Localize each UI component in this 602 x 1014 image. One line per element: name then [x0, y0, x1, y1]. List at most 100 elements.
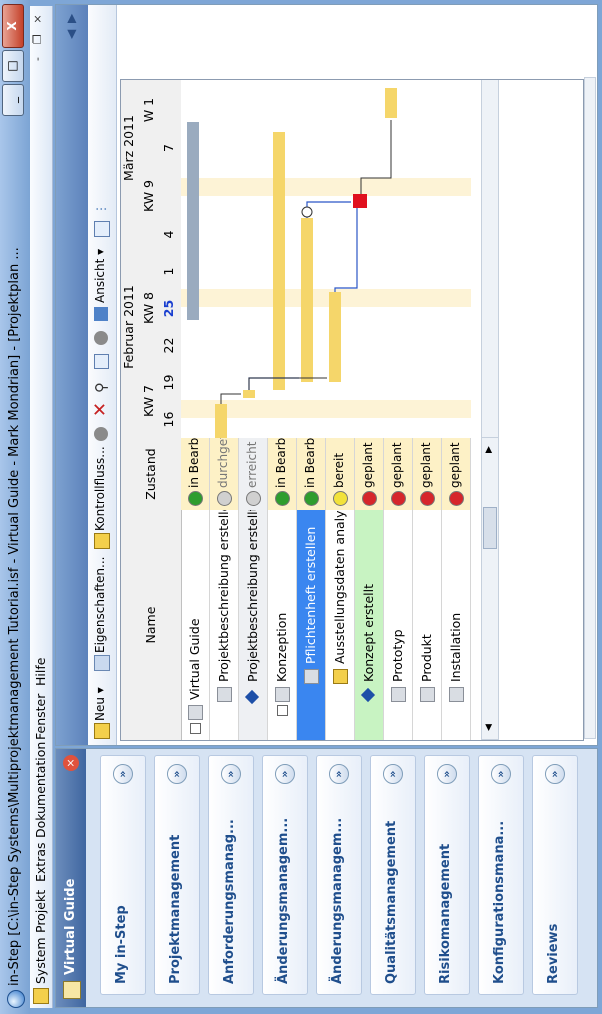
new-button[interactable]: Neu ▾ [93, 687, 107, 721]
status-dot [188, 491, 203, 506]
nav-group-qualitaetsmanagement[interactable]: Qualitätsmanagement » [370, 755, 416, 995]
day-header: 16 [161, 400, 182, 438]
name-cell: Pflichtenheft erstellen [297, 510, 325, 740]
task-icon [391, 687, 406, 702]
nav-group-projektmanagement[interactable]: Projektmanagement » [154, 755, 200, 995]
name-cell: Produkt [413, 510, 441, 740]
nav-group-aenderungsmanagement-2[interactable]: Änderungsmanagem... » [316, 755, 362, 995]
nav-group-reviews[interactable]: Reviews » [532, 755, 578, 995]
properties-button[interactable]: Eigenschaften... [93, 557, 107, 653]
gantt-bar-pflichtenheft[interactable] [301, 218, 313, 382]
task-icon [449, 687, 464, 702]
name-cell: Konzept erstellt [355, 510, 383, 740]
maximize-button[interactable]: □ [2, 50, 24, 82]
gantt-bar-projektbeschreibung[interactable] [215, 404, 227, 438]
gantt-milestone-projektbeschreibung[interactable] [243, 390, 255, 398]
state-cell: in Bearbeitung [268, 399, 296, 510]
nav-close-icon[interactable]: × [63, 755, 79, 771]
nav-group-risikomanagement[interactable]: Risikomanagement » [424, 755, 470, 995]
state-cell: geplant [413, 438, 441, 510]
window-title: in-Step [C:\in-Step Systems\Multiprojekt… [7, 247, 22, 986]
column-header-name[interactable]: Name [121, 509, 182, 740]
column-header-state[interactable]: Zustand [121, 437, 182, 510]
name-cell: Installation [442, 510, 470, 740]
mdi-close-button[interactable]: × [30, 10, 46, 28]
menu-projekt[interactable]: Projekt [33, 890, 48, 933]
nav-group-my-in-step[interactable]: My in-Step » [100, 755, 146, 995]
document-icon [33, 988, 49, 1004]
app-logo-icon [7, 990, 25, 1008]
view-button[interactable]: Ansicht ▾ [93, 249, 107, 303]
minimize-button[interactable]: _ [2, 84, 24, 116]
collapse-icon[interactable] [277, 705, 288, 716]
task-icon [217, 687, 232, 702]
gantt-bar-virtual-guide[interactable] [187, 122, 199, 320]
weekend-band [181, 289, 471, 307]
state-cell: bereit [326, 438, 354, 510]
name-cell: Konzeption [268, 510, 296, 740]
mdi-minimize-button[interactable]: - [30, 50, 46, 68]
link-icon[interactable] [94, 427, 108, 441]
delete-icon[interactable]: ✕ [90, 401, 111, 417]
status-dot [333, 491, 348, 506]
expand-icon[interactable]: » [221, 764, 241, 784]
menu-dokumentation[interactable]: Dokumentation [33, 742, 48, 838]
columns-icon[interactable] [94, 221, 110, 237]
nav-group-label: Reviews [546, 923, 561, 984]
close-button[interactable]: X [2, 4, 24, 48]
expand-icon[interactable]: » [437, 764, 457, 784]
view-icon [94, 307, 108, 321]
week-header: KW 7 [141, 363, 162, 438]
gantt-bar-konzeption[interactable] [273, 132, 285, 390]
expand-icon[interactable]: » [167, 764, 187, 784]
grid-vertical-scrollbar[interactable] [584, 77, 596, 739]
settings-icon[interactable] [94, 331, 108, 345]
zoom-icon[interactable] [94, 354, 109, 369]
scroll-right-icon[interactable]: ▶ [484, 443, 494, 453]
nav-group-aenderungsmanagement-1[interactable]: Änderungsmanagem... » [262, 755, 308, 995]
document-tab-strip: ◀ ▶ [56, 5, 88, 745]
task-icon [188, 705, 203, 720]
gantt-bar-ausstellungsdaten[interactable] [329, 292, 341, 382]
control-flow-button[interactable]: Kontrollfluss... [93, 446, 107, 531]
menu-fenster[interactable]: Fenster [33, 694, 48, 740]
nav-group-anforderungsmanagement[interactable]: Anforderungsmanag... » [208, 755, 254, 995]
expand-icon[interactable]: » [113, 764, 133, 784]
gantt-milestone-konzept[interactable] [353, 194, 367, 208]
resize-handle-icon[interactable] [301, 206, 313, 218]
expand-icon[interactable]: » [545, 764, 565, 784]
scroll-thumb[interactable] [483, 507, 497, 549]
gantt-horizontal-scrollbar[interactable] [481, 79, 499, 438]
status-dot [449, 491, 464, 506]
task-icon [333, 669, 348, 684]
month-header-feb: Februar 2011 [121, 215, 142, 438]
menu-hilfe[interactable]: Hilfe [33, 658, 48, 686]
expand-icon[interactable]: » [275, 764, 295, 784]
gantt-chart [181, 80, 481, 438]
search-icon[interactable]: ⚲ [92, 377, 110, 393]
expand-icon[interactable]: » [491, 764, 511, 784]
task-icon [304, 669, 319, 684]
expand-icon[interactable]: » [329, 764, 349, 784]
app-window: in-Step [C:\in-Step Systems\Multiprojekt… [0, 0, 602, 1014]
weekend-band [181, 178, 471, 196]
status-dot [362, 491, 377, 506]
nav-group-konfigurationsmanagement[interactable]: Konfigurationsmana... » [478, 755, 524, 995]
menu-extras[interactable]: Extras [33, 842, 48, 882]
tab-scroll-left-icon[interactable]: ◀ [64, 27, 78, 39]
mdi-restore-button[interactable]: ❐ [30, 30, 46, 48]
collapse-icon[interactable] [190, 723, 201, 734]
status-dot [391, 491, 406, 506]
nav-group-label: Projektmanagement [168, 834, 183, 984]
project-plan-grid: Name Zustand Februar 2011 März 2011 KW 7… [120, 79, 584, 741]
grid-horizontal-scrollbar[interactable]: ◀ ▶ [481, 436, 499, 740]
nav-group-label: My in-Step [114, 905, 129, 984]
tab-scroll-right-icon[interactable]: ▶ [64, 11, 78, 23]
properties-icon [94, 655, 110, 671]
state-cell: in Bearbeitung [181, 399, 209, 510]
more-icon[interactable]: ⋮ [94, 199, 110, 215]
expand-icon[interactable]: » [383, 764, 403, 784]
menu-system[interactable]: System [33, 937, 48, 984]
gantt-bar-prototyp[interactable] [385, 88, 397, 118]
scroll-left-icon[interactable]: ◀ [484, 721, 494, 731]
